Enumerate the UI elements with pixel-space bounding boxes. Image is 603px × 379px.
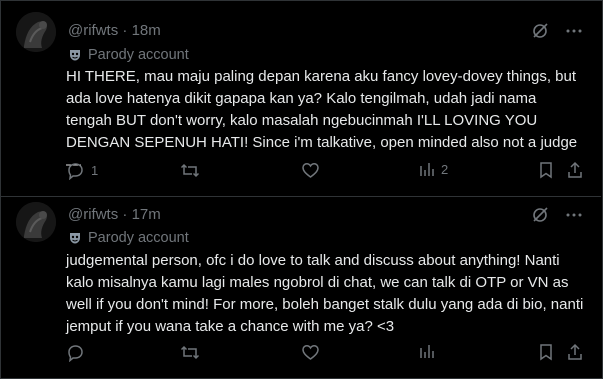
like-button[interactable] xyxy=(301,343,326,362)
reply-button[interactable]: 1 xyxy=(66,161,98,180)
parody-mask-icon xyxy=(68,48,82,62)
grok-slash-icon[interactable] xyxy=(531,22,549,40)
reply-count: 1 xyxy=(91,163,99,178)
reply-button[interactable] xyxy=(66,343,91,362)
views-bar-icon xyxy=(418,161,435,178)
post-2-actions xyxy=(66,343,586,365)
like-button[interactable] xyxy=(301,161,326,180)
separator: · xyxy=(122,206,128,223)
reply-icon xyxy=(66,161,85,180)
post-1-top-icons xyxy=(531,22,583,40)
separator: · xyxy=(122,22,128,39)
repost-button[interactable] xyxy=(180,161,206,180)
timestamp[interactable]: 17m xyxy=(132,206,161,223)
post-2-header: @rifwts · 17m xyxy=(68,206,161,223)
timestamp[interactable]: 18m xyxy=(132,22,161,39)
author-handle[interactable]: @rifwts xyxy=(68,22,118,39)
post-text: judgemental person, ofc i do love to tal… xyxy=(66,252,584,335)
avatar[interactable] xyxy=(16,202,56,242)
author-handle[interactable]: @rifwts xyxy=(68,206,118,223)
heart-icon xyxy=(301,161,320,180)
more-dots-icon[interactable] xyxy=(565,206,583,224)
bookmark-icon xyxy=(538,343,554,361)
post-1-header: @rifwts · 18m xyxy=(68,22,161,39)
views-button[interactable]: 2 xyxy=(418,161,448,178)
bookmark-icon xyxy=(538,161,554,179)
post-text: HI THERE, mau maju paling depan karena a… xyxy=(66,68,578,173)
badge-label: Parody account xyxy=(88,230,189,246)
avatar[interactable] xyxy=(16,12,56,52)
share-icon xyxy=(566,161,584,179)
views-count: 2 xyxy=(441,162,449,177)
share-button[interactable] xyxy=(566,161,584,179)
share-icon xyxy=(566,343,584,361)
repost-icon xyxy=(180,343,200,362)
reply-icon xyxy=(66,343,85,362)
post-2-top-icons xyxy=(531,206,583,224)
grok-slash-icon[interactable] xyxy=(531,206,549,224)
badge-label: Parody account xyxy=(88,47,189,63)
repost-button[interactable] xyxy=(180,343,206,362)
parody-badge: Parody account xyxy=(68,47,189,63)
heart-icon xyxy=(301,343,320,362)
views-bar-icon xyxy=(418,343,435,360)
share-button[interactable] xyxy=(566,343,584,361)
bookmark-button[interactable] xyxy=(538,161,554,179)
bookmark-button[interactable] xyxy=(538,343,554,361)
views-button[interactable] xyxy=(418,343,441,360)
parody-mask-icon xyxy=(68,231,82,245)
post-1-actions: 1 2 xyxy=(66,161,586,183)
parody-badge: Parody account xyxy=(68,230,189,246)
more-dots-icon[interactable] xyxy=(565,22,583,40)
repost-icon xyxy=(180,161,200,180)
